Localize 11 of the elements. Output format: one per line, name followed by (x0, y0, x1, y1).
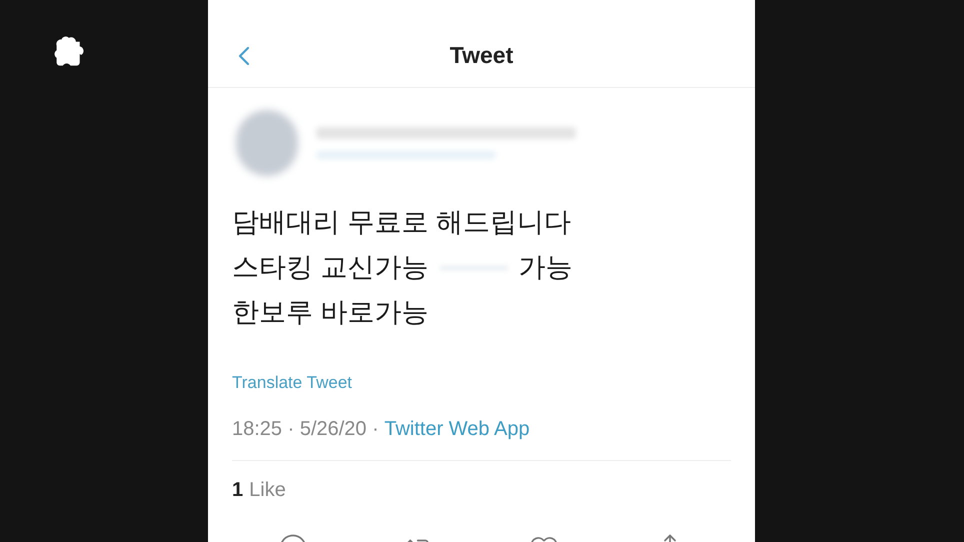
tweet-text: 가능 (518, 251, 573, 284)
like-count: 1 (232, 478, 244, 502)
translate-link[interactable]: Translate Tweet (232, 370, 352, 396)
tweet-text: 스타킹 교신가능 (232, 251, 429, 284)
tweet-text: 한보루 바로가능 (232, 296, 429, 330)
tweet-text: 담배대리 무료로 해드립니다 (232, 206, 572, 240)
tweet-timestamp: 18:25 · 5/26/20 · (232, 416, 380, 442)
page-title: Tweet (450, 41, 514, 70)
like-label: Like (249, 478, 286, 502)
source-link[interactable]: Twitter Web App (384, 414, 530, 444)
avatar-placeholder (236, 110, 298, 176)
